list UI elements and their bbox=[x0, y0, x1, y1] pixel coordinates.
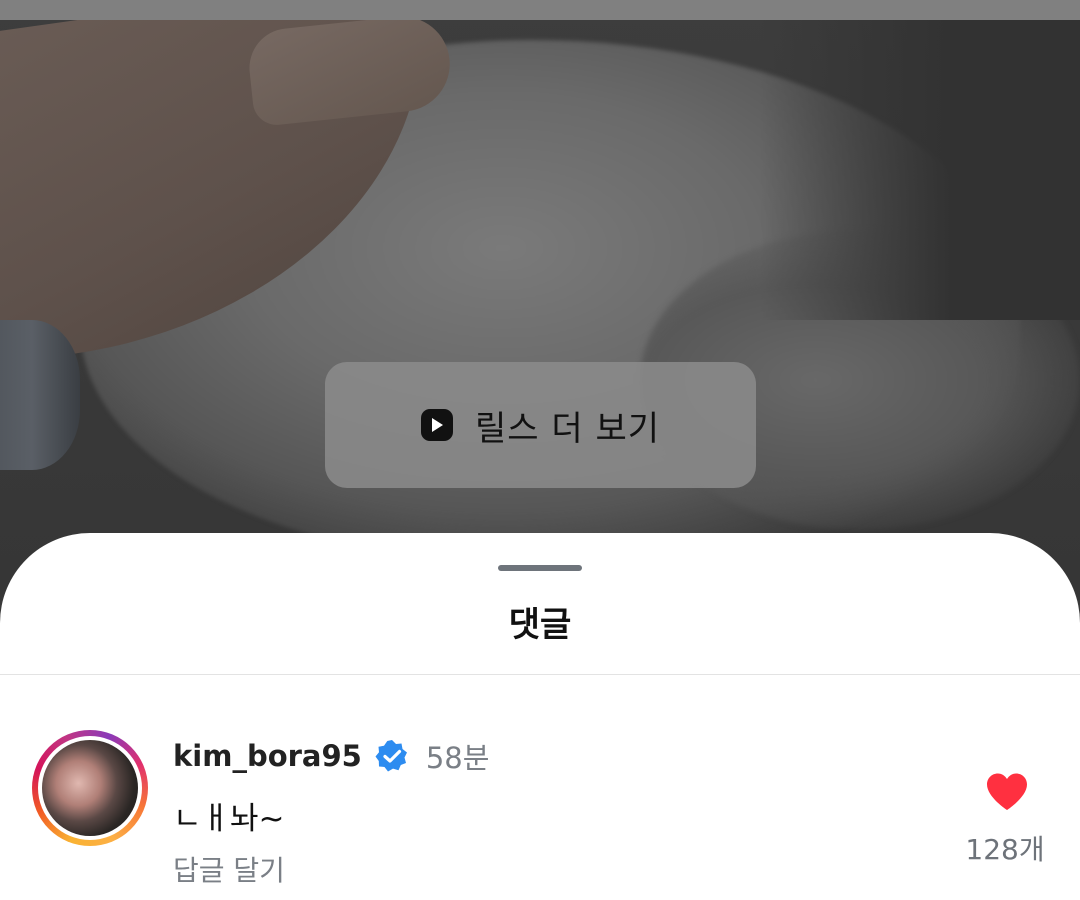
top-bar bbox=[0, 0, 1080, 20]
sheet-title: 댓글 bbox=[508, 605, 572, 645]
see-more-reels-label: 릴스 더 보기 bbox=[474, 408, 660, 449]
comment-time: 58분 bbox=[425, 741, 490, 775]
verified-badge-icon bbox=[374, 738, 410, 774]
sleeve-image bbox=[0, 320, 80, 470]
reels-comments-screen: 릴스 더 보기 댓글 kim_bora95 58분 ㄴㅐ놔~ 답글 달기 128… bbox=[0, 0, 1080, 900]
avatar-ring-gap bbox=[38, 736, 142, 840]
comment-item: kim_bora95 58분 ㄴㅐ놔~ 답글 달기 bbox=[0, 675, 1080, 900]
comments-sheet: 댓글 kim_bora95 58분 ㄴㅐ놔~ 답글 달기 bbox=[0, 533, 1080, 900]
comment-username[interactable]: kim_bora95 bbox=[173, 739, 362, 773]
avatar-story-ring[interactable] bbox=[32, 730, 148, 846]
sheet-drag-handle[interactable] bbox=[498, 565, 582, 571]
comment-header: kim_bora95 58분 bbox=[173, 735, 489, 777]
background-shadow bbox=[760, 20, 1080, 320]
like-count: 128개 bbox=[965, 833, 1045, 866]
reply-button[interactable]: 답글 달기 bbox=[173, 849, 285, 889]
avatar bbox=[42, 740, 138, 836]
heart-icon[interactable] bbox=[985, 772, 1029, 816]
reel-video[interactable]: 릴스 더 보기 bbox=[0, 0, 1080, 600]
see-more-reels-button[interactable]: 릴스 더 보기 bbox=[325, 362, 756, 488]
play-icon bbox=[420, 409, 453, 441]
comment-text: ㄴㅐ놔~ bbox=[173, 801, 285, 837]
